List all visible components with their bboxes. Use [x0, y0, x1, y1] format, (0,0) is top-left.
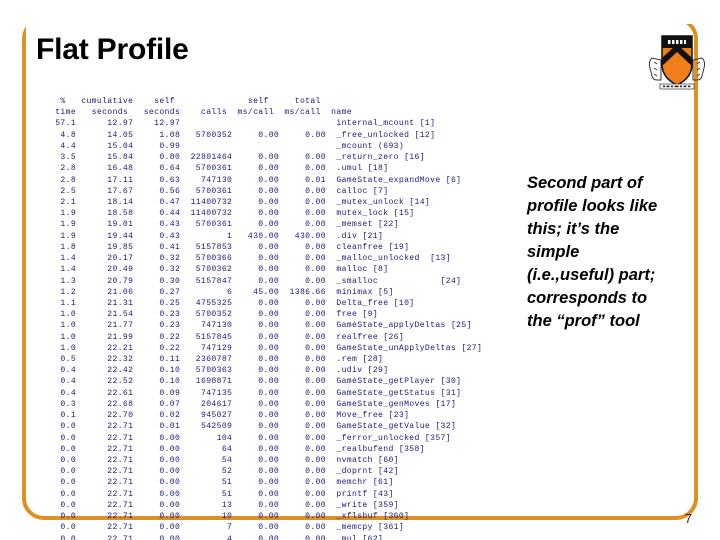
profile-row: 2.8 16.48 0.64 5700361 0.00 0.00 .umul […: [50, 164, 389, 174]
profile-row: 4.4 15.04 0.99 _mcount (693): [50, 141, 405, 151]
page-title: Flat Profile: [36, 33, 189, 66]
profile-row: 0.0 22.71 0.00 64 0.00 0.00 _realbufend …: [50, 444, 425, 454]
profile-row: 1.3 20.79 0.30 5157847 0.00 0.00 _smallo…: [50, 276, 462, 286]
profile-row: 1.8 19.85 0.41 5157853 0.00 0.00 cleanfr…: [50, 242, 410, 252]
profile-row: 1.1 21.31 0.25 4755325 0.00 0.00 Delta_f…: [50, 298, 415, 308]
profile-row: 1.4 20.17 0.32 5700366 0.00 0.00 _malloc…: [50, 254, 451, 264]
profile-row: 1.0 21.77 0.23 747130 0.00 0.00 GameStat…: [50, 321, 472, 331]
profile-row: 1.0 22.21 0.22 747129 0.00 0.00 GameStat…: [50, 343, 483, 353]
annotation-note-line: corresponds to: [527, 289, 648, 307]
princeton-shield-logo: [646, 22, 708, 94]
profile-row: 1.9 18.58 0.44 11400732 0.00 0.00 mutex_…: [50, 209, 415, 219]
profile-row: 2.8 17.11 0.63 747130 0.00 0.01 GameStat…: [50, 175, 462, 185]
profile-header-line: % cumulative self self total: [50, 97, 321, 106]
profile-row: 3.5 15.84 0.80 22801464 0.00 0.00 _retur…: [50, 153, 425, 163]
profile-row: 0.0 22.71 0.00 51 0.00 0.00 memchr [61]: [50, 478, 394, 488]
profile-row: 0.0 22.71 0.00 104 0.00 0.00 _ferror_unl…: [50, 433, 451, 443]
page-number: 7: [684, 511, 692, 526]
profile-row: 0.0 22.71 0.00 51 0.00 0.00 printf [43]: [50, 489, 394, 499]
profile-row: 0.4 22.61 0.09 747135 0.00 0.00 GameStat…: [50, 388, 462, 398]
profile-row: 0.0 22.71 0.00 4 0.00 0.00 .mul [62]: [50, 534, 384, 540]
profile-header-line: time seconds seconds calls ms/call ms/ca…: [50, 108, 353, 118]
annotation-note-line: profile looks like: [527, 197, 658, 215]
profile-row: 1.0 21.99 0.22 5157845 0.00 0.00 realfre…: [50, 332, 405, 342]
profile-row: 0.3 22.68 0.07 204617 0.00 0.00 GameStat…: [50, 399, 457, 409]
profile-row: 2.5 17.67 0.56 5700361 0.00 0.00 calloc …: [50, 186, 389, 196]
profile-row: 2.1 18.14 0.47 11400732 0.00 0.00 _mutex…: [50, 197, 431, 207]
profile-row: 0.5 22.32 0.11 2360787 0.00 0.00 .rem [2…: [50, 355, 384, 365]
annotation-note-line: (i.e.,useful) part;: [527, 266, 656, 284]
annotation-note-line: simple: [527, 243, 580, 261]
profile-row: 4.8 14.05 1.08 5700352 0.00 0.00 _free_u…: [50, 130, 436, 140]
annotation-note: Second part of profile looks like this; it…: [527, 172, 695, 333]
annotation-note-line: Second part of: [527, 174, 643, 192]
profile-row: 0.0 22.71 0.00 13 0.00 0.00 _write [359]: [50, 500, 399, 510]
profile-row: 0.4 22.42 0.10 5700363 0.00 0.00 .udiv […: [50, 366, 389, 376]
annotation-note-line: the “prof” tool: [527, 312, 640, 330]
profile-row: 1.0 21.54 0.23 5700352 0.00 0.00 free [9…: [50, 310, 379, 320]
profile-row: 0.1 22.70 0.02 945027 0.00 0.00 Move_fre…: [50, 411, 410, 421]
profile-row: 0.0 22.71 0.00 7 0.00 0.00 _memcpy [361]: [50, 523, 405, 533]
profile-row: 0.0 22.71 0.01 542509 0.00 0.00 GameStat…: [50, 422, 457, 432]
profile-row: 1.9 19.44 0.43 1 430.00 430.00 .div [21]: [50, 231, 384, 241]
profile-row: 0.0 22.71 0.00 10 0.00 0.00 _xflsbuf [36…: [50, 512, 410, 522]
flat-profile-listing: % cumulative self self total time second…: [50, 96, 482, 540]
profile-row: 0.0 22.71 0.00 54 0.00 0.00 nvmatch [60]: [50, 456, 399, 465]
profile-row: 1.4 20.49 0.32 5700362 0.00 0.00 malloc …: [50, 265, 389, 275]
profile-row: 0.4 22.52 0.10 1698871 0.00 0.00 GameSta…: [50, 377, 462, 387]
profile-row: 1.9 19.01 0.43 5700361 0.00 0.00 _memset…: [50, 220, 399, 230]
profile-row: 0.0 22.71 0.00 52 0.00 0.00 _doprnt [42]: [50, 467, 399, 477]
profile-row: 1.2 21.06 0.27 6 45.00 1386.66 minimax […: [50, 287, 394, 297]
annotation-note-line: this; it’s the: [527, 220, 620, 238]
profile-row: 57.1 12.97 12.97 internal_mcount [1]: [50, 119, 436, 129]
slide: Flat Profile % cumulative self self tota…: [0, 0, 720, 540]
